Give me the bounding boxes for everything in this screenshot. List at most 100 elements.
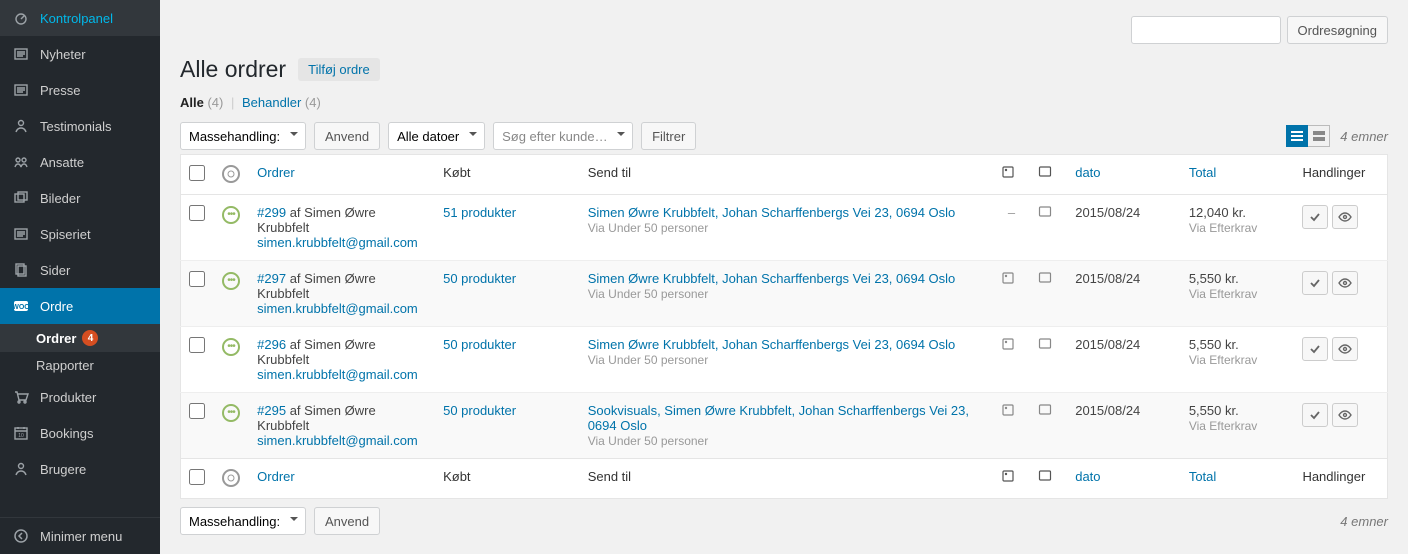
shipto-link[interactable]: Simen Øwre Krubbfelt, Johan Scharffenber…: [588, 337, 956, 352]
sidebar-item-spiseriet[interactable]: Spiseriet: [0, 216, 160, 252]
col-header-shipto: Send til: [580, 459, 993, 499]
sidebar-item-bookings[interactable]: 10Bookings: [0, 415, 160, 451]
complete-order-button[interactable]: [1302, 337, 1328, 361]
status-link-all[interactable]: Alle: [180, 95, 204, 110]
shipto-link[interactable]: Sookvisuals, Simen Øwre Krubbfelt, Johan…: [588, 403, 969, 433]
sidebar-item-testimonials[interactable]: Testimonials: [0, 108, 160, 144]
order-link[interactable]: #297: [257, 271, 286, 286]
order-notes-icon[interactable]: [1038, 205, 1059, 219]
shipto-link[interactable]: Simen Øwre Krubbfelt, Johan Scharffenber…: [588, 205, 956, 220]
order-link[interactable]: #296: [257, 337, 286, 352]
page-title: Alle ordrer: [180, 56, 286, 83]
col-header-date[interactable]: dato: [1075, 469, 1100, 484]
order-email-link[interactable]: simen.krubbfelt@gmail.com: [257, 433, 418, 448]
sidebar-item-label: Ordre: [40, 299, 73, 314]
view-order-button[interactable]: [1332, 403, 1358, 427]
sidebar-item-ordre[interactable]: WOOOrdre: [0, 288, 160, 324]
date-filter-select[interactable]: Alle datoer: [388, 122, 485, 150]
bulk-action-select[interactable]: Massehandling:: [180, 122, 306, 150]
col-header-bought: Købt: [435, 459, 580, 499]
order-email-link[interactable]: simen.krubbfelt@gmail.com: [257, 301, 418, 316]
sidebar-item-label: Brugere: [40, 462, 86, 477]
select-all-checkbox[interactable]: [189, 165, 205, 181]
sidebar-subitem-rapporter[interactable]: Rapporter: [0, 352, 160, 379]
col-header-shipto: Send til: [580, 155, 993, 195]
customer-note-icon[interactable]: [1001, 337, 1022, 351]
purchased-link[interactable]: 50 produkter: [443, 271, 516, 286]
order-notes-icon[interactable]: [1038, 337, 1059, 351]
view-excerpt-icon[interactable]: [1308, 125, 1330, 147]
complete-order-button[interactable]: [1302, 271, 1328, 295]
sidebar-item-bileder[interactable]: Bileder: [0, 180, 160, 216]
view-order-button[interactable]: [1332, 271, 1358, 295]
sidebar-item-nyheter[interactable]: Nyheter: [0, 36, 160, 72]
bulk-apply-button[interactable]: Anvend: [314, 122, 380, 150]
col-header-order[interactable]: Ordrer: [257, 165, 295, 180]
status-processing-icon: •••: [222, 272, 240, 290]
status-header-icon: [222, 469, 240, 487]
row-checkbox[interactable]: [189, 271, 205, 287]
sidebar-item-label: Presse: [40, 83, 80, 98]
order-link[interactable]: #295: [257, 403, 286, 418]
sidebar-item-sider[interactable]: Sider: [0, 252, 160, 288]
order-payment-via: Via Efterkrav: [1189, 287, 1257, 301]
order-notes-icon[interactable]: [1038, 271, 1059, 285]
row-checkbox[interactable]: [189, 337, 205, 353]
col-header-total[interactable]: Total: [1189, 165, 1216, 180]
status-processing-icon: •••: [222, 206, 240, 224]
sidebar-item-label: Bookings: [40, 426, 93, 441]
purchased-link[interactable]: 50 produkter: [443, 403, 516, 418]
status-link-processing[interactable]: Behandler: [242, 95, 301, 110]
collapse-label: Minimer menu: [40, 529, 122, 544]
sidebar-subitem-label: Rapporter: [36, 358, 94, 373]
purchased-link[interactable]: 51 produkter: [443, 205, 516, 220]
order-search-button[interactable]: Ordresøgning: [1287, 16, 1388, 44]
complete-order-button[interactable]: [1302, 403, 1328, 427]
sidebar-item-kontrolpanel[interactable]: Kontrolpanel: [0, 0, 160, 36]
sidebar-item-produkter[interactable]: Produkter: [0, 379, 160, 415]
admin-sidebar: Kontrolpanel Nyheter Presse TestimonialsAns…: [0, 0, 160, 554]
order-search-input[interactable]: [1131, 16, 1281, 44]
note-header-icon: [1001, 165, 1022, 179]
row-checkbox[interactable]: [189, 403, 205, 419]
status-count-processing: (4): [305, 95, 321, 110]
sidebar-item-presse[interactable]: Presse: [0, 72, 160, 108]
shipto-link[interactable]: Simen Øwre Krubbfelt, Johan Scharffenber…: [588, 271, 956, 286]
view-order-button[interactable]: [1332, 337, 1358, 361]
filter-button[interactable]: Filtrer: [641, 122, 696, 150]
count-badge: 4: [82, 330, 98, 346]
view-list-icon[interactable]: [1286, 125, 1308, 147]
col-header-date[interactable]: dato: [1075, 165, 1100, 180]
orders-table: Ordrer Købt Send til dato Total Handling…: [180, 154, 1388, 499]
customer-note-icon[interactable]: [1001, 271, 1022, 285]
shipto-via: Via Under 50 personer: [588, 434, 709, 448]
collapse-menu[interactable]: Minimer menu: [0, 517, 160, 554]
table-row: •••#296 af Simen Øwre Krubbfeltsimen.kru…: [181, 327, 1388, 393]
select-all-checkbox-foot[interactable]: [189, 469, 205, 485]
sidebar-item-label: Nyheter: [40, 47, 86, 62]
order-link[interactable]: #299: [257, 205, 286, 220]
order-notes-icon[interactable]: [1038, 403, 1059, 417]
add-order-button[interactable]: Tilføj ordre: [298, 58, 380, 81]
customer-search-select[interactable]: Søg efter kunde…: [493, 122, 633, 150]
sidebar-item-ansatte[interactable]: Ansatte: [0, 144, 160, 180]
bulk-apply-button-bottom[interactable]: Anvend: [314, 507, 380, 535]
purchased-link[interactable]: 50 produkter: [443, 337, 516, 352]
order-email-link[interactable]: simen.krubbfelt@gmail.com: [257, 367, 418, 382]
status-processing-icon: •••: [222, 404, 240, 422]
col-header-total[interactable]: Total: [1189, 469, 1216, 484]
row-checkbox[interactable]: [189, 205, 205, 221]
view-order-button[interactable]: [1332, 205, 1358, 229]
table-row: •••#299 af Simen Øwre Krubbfeltsimen.kru…: [181, 195, 1388, 261]
bulk-action-select-bottom[interactable]: Massehandling:: [180, 507, 306, 535]
col-header-order[interactable]: Ordrer: [257, 469, 295, 484]
order-date: 2015/08/24: [1075, 337, 1140, 352]
customer-note-icon[interactable]: [1001, 403, 1022, 417]
complete-order-button[interactable]: [1302, 205, 1328, 229]
sidebar-item-label: Kontrolpanel: [40, 11, 113, 26]
shipto-via: Via Under 50 personer: [588, 353, 709, 367]
shipto-via: Via Under 50 personer: [588, 221, 709, 235]
sidebar-subitem-ordrer[interactable]: Ordrer4: [0, 324, 160, 352]
order-email-link[interactable]: simen.krubbfelt@gmail.com: [257, 235, 418, 250]
sidebar-item-brugere[interactable]: Brugere: [0, 451, 160, 487]
